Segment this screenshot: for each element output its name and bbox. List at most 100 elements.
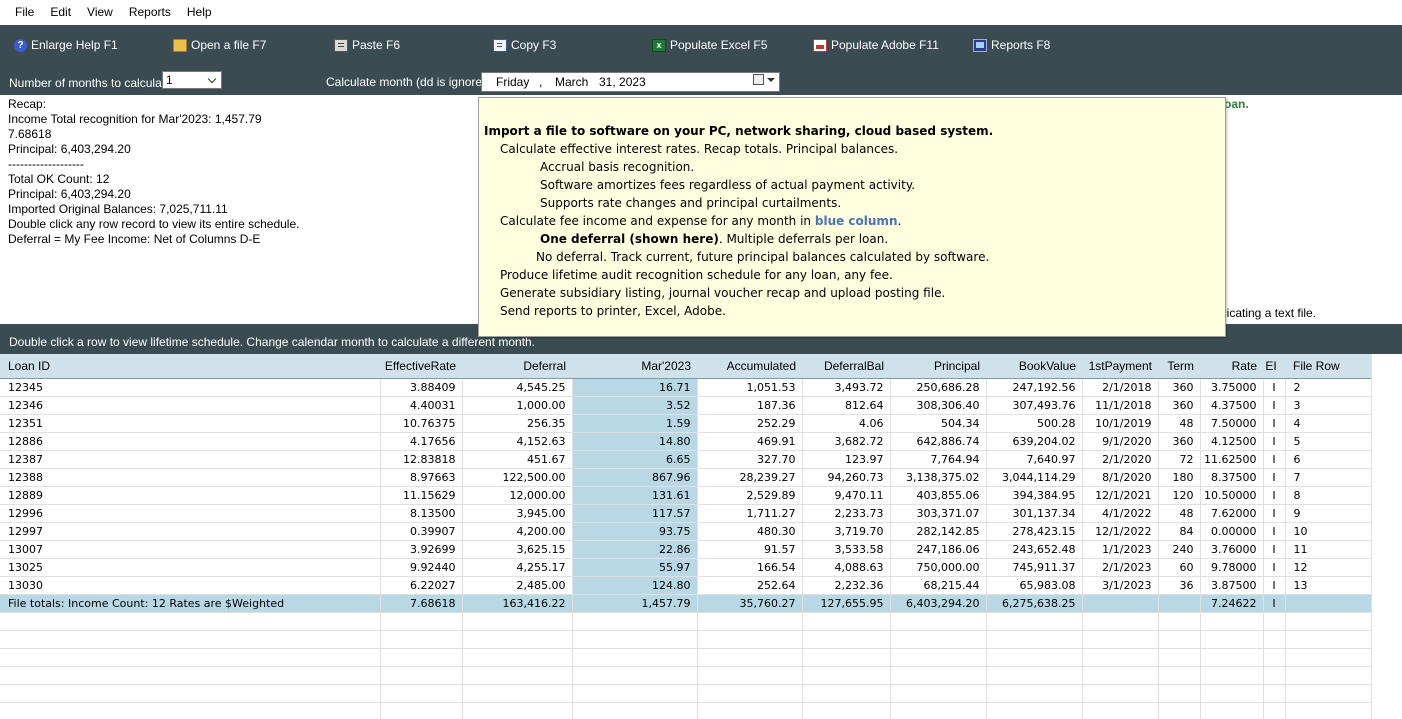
date-picker[interactable]: Friday , March 31, 2023 (481, 72, 780, 92)
table-row[interactable]: 12346 4.40031 1,000.00 3.52 187.36 812.64 308,… (0, 396, 1372, 415)
column-header[interactable]: Term (1158, 354, 1200, 379)
empty-cell (1082, 630, 1159, 649)
column-header[interactable]: Mar'2023 (572, 354, 697, 379)
empty-cell (697, 612, 803, 631)
table-cell: 163,416.22 (462, 594, 573, 613)
table-cell: 240 (1158, 540, 1201, 559)
copy-button[interactable]: Copy F3 (493, 37, 556, 53)
table-cell: 394,384.95 (986, 486, 1083, 505)
table-cell: 3,138,375.02 (890, 468, 987, 487)
table-cell: 1,000.00 (462, 396, 573, 415)
empty-cell (986, 630, 1083, 649)
menu-reports[interactable]: Reports (121, 0, 179, 25)
table-cell: 2,529.89 (697, 486, 803, 505)
empty-row (0, 702, 1372, 719)
table-cell: 3.76000 (1200, 540, 1264, 559)
table-cell: 4,200.00 (462, 522, 573, 541)
empty-cell (1263, 666, 1286, 685)
table-row[interactable]: 12345 3.88409 4,545.25 16.71 1,051.53 3,493.7… (0, 378, 1372, 397)
empty-cell (986, 648, 1083, 667)
table-row[interactable]: 13007 3.92699 3,625.15 22.86 91.57 3,533.58 24… (0, 540, 1372, 559)
paste-button[interactable]: Paste F6 (334, 37, 400, 53)
table-cell: 120 (1158, 486, 1201, 505)
table-cell: 91.57 (697, 540, 803, 559)
table-row[interactable]: 12889 11.15629 12,000.00 131.61 2,529.89 9,47… (0, 486, 1372, 505)
date-month[interactable]: March (555, 73, 588, 91)
recap-line: Deferral = My Fee Income: Net of Columns… (8, 232, 261, 246)
reports-button[interactable]: Reports F8 (973, 37, 1050, 53)
table-cell: 1,051.53 (697, 378, 803, 397)
empty-cell (1082, 684, 1159, 703)
table-cell: 6 (1285, 450, 1372, 469)
table-row[interactable]: 13030 6.22027 2,485.00 124.80 252.64 2,232.36… (0, 576, 1372, 595)
column-header[interactable]: File Row (1285, 354, 1371, 379)
column-header[interactable]: EI (1263, 354, 1285, 379)
column-header[interactable]: Deferral (462, 354, 572, 379)
table-cell: 11.62500 (1200, 450, 1264, 469)
empty-cell (802, 702, 891, 719)
table-cell: 12 (1285, 558, 1372, 577)
table-cell: I (1263, 396, 1286, 415)
empty-cell (1263, 648, 1286, 667)
menu-edit[interactable]: Edit (42, 0, 79, 25)
totals-row[interactable]: File totals: Income Count: 12 Rates are … (0, 594, 1372, 613)
table-row[interactable]: 12351 10.76375 256.35 1.59 252.29 4.06 504.34 5… (0, 414, 1372, 433)
column-header[interactable]: BookValue (986, 354, 1082, 379)
empty-cell (1285, 612, 1372, 631)
table-row[interactable]: 13025 9.92440 4,255.17 55.97 166.54 4,088.63 7… (0, 558, 1372, 577)
table-cell: 360 (1158, 396, 1201, 415)
table-cell: 35,760.27 (697, 594, 803, 613)
table-cell: 4/1/2022 (1082, 504, 1159, 523)
table-cell: 4.17656 (380, 432, 463, 451)
date-weekday[interactable]: Friday (496, 73, 529, 91)
table-cell: 16.71 (572, 378, 698, 397)
table-cell: 10 (1285, 522, 1372, 541)
empty-cell (1263, 630, 1286, 649)
table-cell: 3.75000 (1200, 378, 1264, 397)
empty-cell (0, 666, 381, 685)
empty-cell (697, 630, 803, 649)
table-cell (1285, 594, 1372, 613)
column-header[interactable]: Loan ID (0, 354, 380, 379)
empty-cell (1263, 702, 1286, 719)
months-select[interactable]: 1 (162, 71, 222, 89)
recap-line: Imported Original Balances: 7,025,711.11 (8, 202, 228, 216)
open-file-button[interactable]: Open a file F7 (173, 37, 266, 53)
date-separator: , (539, 75, 543, 89)
table-cell: 750,000.00 (890, 558, 987, 577)
column-header[interactable]: Accumulated (697, 354, 802, 379)
table-row[interactable]: 12387 12.83818 451.67 6.65 327.70 123.97 7,764… (0, 450, 1372, 469)
table-cell: 7.68618 (380, 594, 463, 613)
populate-excel-button[interactable]: x Populate Excel F5 (652, 37, 767, 53)
date-day-year[interactable]: 31, 2023 (599, 73, 646, 91)
table-row[interactable]: 12886 4.17656 4,152.63 14.80 469.91 3,682.72 6… (0, 432, 1372, 451)
recap-line: Principal: 6,403,294.20 (8, 187, 131, 201)
table-cell: 243,652.48 (986, 540, 1083, 559)
recap-text: Recap: Income Total recognition for Mar'… (8, 97, 299, 247)
empty-cell (1263, 612, 1286, 631)
table-cell: I (1263, 378, 1286, 397)
enlarge-help-button[interactable]: ? Enlarge Help F1 (14, 37, 118, 53)
calendar-dropdown-button[interactable] (753, 73, 775, 87)
column-header[interactable]: Rate (1200, 354, 1263, 379)
table-row[interactable]: 12996 8.13500 3,945.00 117.57 1,711.27 2,233.… (0, 504, 1372, 523)
empty-cell (0, 702, 381, 719)
copy-label: Copy F3 (511, 38, 557, 52)
menu-file[interactable]: File (0, 0, 42, 25)
populate-adobe-button[interactable]: Populate Adobe F11 (813, 37, 939, 53)
table-cell: 12346 (0, 396, 381, 415)
menu-help[interactable]: Help (179, 0, 220, 25)
table-row[interactable]: 12388 8.97663 122,500.00 867.96 28,239.27 94,… (0, 468, 1372, 487)
column-header[interactable]: 1stPayment (1082, 354, 1158, 379)
menu-view[interactable]: View (79, 0, 121, 25)
column-header[interactable]: DeferralBal (802, 354, 890, 379)
table-cell: 28,239.27 (697, 468, 803, 487)
table-cell: 360 (1158, 432, 1201, 451)
table-cell: 3,945.00 (462, 504, 573, 523)
help-line: Calculate fee income and expense for any… (500, 214, 901, 228)
table-cell: 360 (1158, 378, 1201, 397)
table-row[interactable]: 12997 0.39907 4,200.00 93.75 480.30 3,719.70 2… (0, 522, 1372, 541)
table-cell: 256.35 (462, 414, 573, 433)
column-header[interactable]: EffectiveRate (380, 354, 462, 379)
column-header[interactable]: Principal (890, 354, 986, 379)
